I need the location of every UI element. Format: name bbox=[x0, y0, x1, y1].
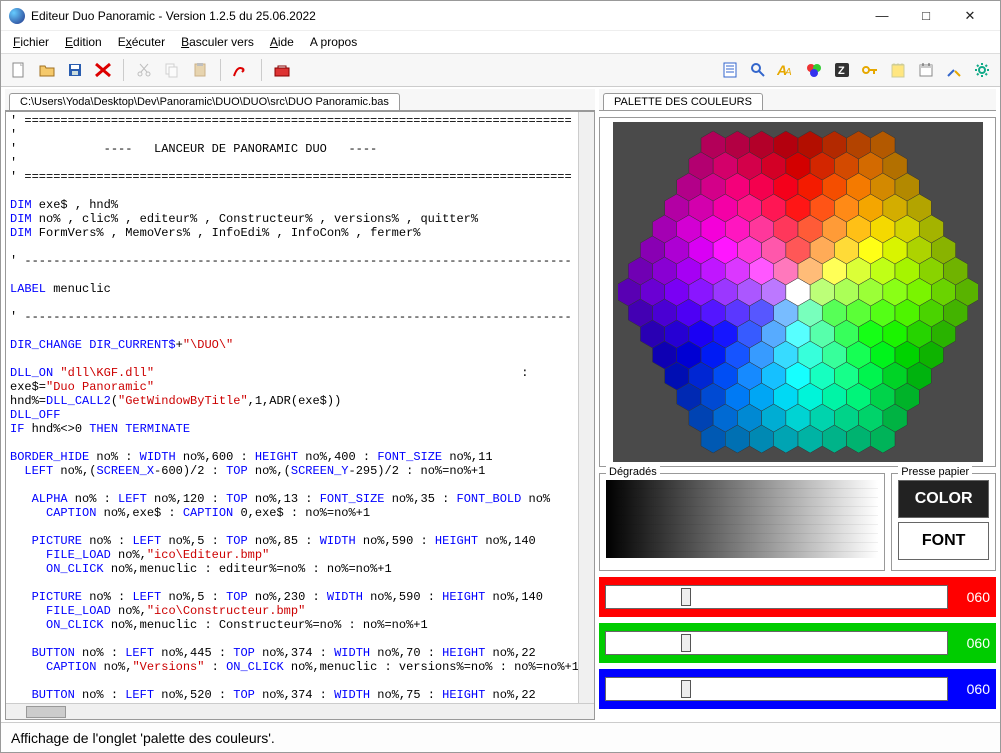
gradient-label: Dégradés bbox=[606, 466, 660, 478]
gradient-fieldset: Dégradés bbox=[599, 473, 885, 571]
palette-tabbar: PALETTE DES COULEURS bbox=[599, 89, 996, 111]
green-slider-box: 060 bbox=[599, 623, 996, 663]
toolbar: AA Z bbox=[1, 53, 1000, 87]
editor-tab[interactable]: C:\Users\Yoda\Desktop\Dev\Panoramic\DUO\… bbox=[9, 93, 400, 110]
green-slider[interactable] bbox=[605, 631, 948, 655]
palette-icon[interactable] bbox=[802, 58, 826, 82]
blue-value: 060 bbox=[956, 681, 990, 697]
menu-basculer[interactable]: Basculer vers bbox=[175, 33, 260, 51]
window-title: Editeur Duo Panoramic - Version 1.2.5 du… bbox=[31, 9, 860, 23]
red-slider-box: 060 bbox=[599, 577, 996, 617]
editor-pane: C:\Users\Yoda\Desktop\Dev\Panoramic\DUO\… bbox=[5, 89, 595, 720]
editor-vscroll[interactable] bbox=[578, 112, 594, 703]
document-icon[interactable] bbox=[718, 58, 742, 82]
svg-text:Z: Z bbox=[838, 65, 845, 77]
gradient-box[interactable] bbox=[606, 480, 878, 558]
menu-fichier[interactable]: Fichier bbox=[7, 33, 55, 51]
toolbox-icon[interactable] bbox=[270, 58, 294, 82]
maximize-button[interactable]: □ bbox=[904, 2, 948, 30]
editor-hscroll[interactable] bbox=[6, 703, 594, 719]
editor-tabbar: C:\Users\Yoda\Desktop\Dev\Panoramic\DUO\… bbox=[5, 89, 595, 111]
key-icon[interactable] bbox=[858, 58, 882, 82]
green-value: 060 bbox=[956, 635, 990, 651]
status-text: Affichage de l'onglet 'palette des coule… bbox=[11, 730, 275, 746]
delete-icon[interactable] bbox=[91, 58, 115, 82]
blue-slider-box: 060 bbox=[599, 669, 996, 709]
copy-icon[interactable] bbox=[160, 58, 184, 82]
app-icon bbox=[9, 8, 25, 24]
tools-icon[interactable] bbox=[942, 58, 966, 82]
titlebar: Editeur Duo Panoramic - Version 1.2.5 du… bbox=[1, 1, 1000, 31]
save-file-icon[interactable] bbox=[63, 58, 87, 82]
cut-icon[interactable] bbox=[132, 58, 156, 82]
calendar-icon[interactable] bbox=[914, 58, 938, 82]
press-label: Presse papier bbox=[898, 466, 972, 478]
menu-aide[interactable]: Aide bbox=[264, 33, 300, 51]
palette-pane: PALETTE DES COULEURS Dégradés Presse pap… bbox=[599, 89, 996, 720]
gear-icon[interactable] bbox=[970, 58, 994, 82]
menubar: Fichier Edition Exécuter Basculer vers A… bbox=[1, 31, 1000, 53]
palette-tab[interactable]: PALETTE DES COULEURS bbox=[603, 93, 763, 110]
open-file-icon[interactable] bbox=[35, 58, 59, 82]
color-wheel-box bbox=[599, 117, 996, 467]
font-icon[interactable]: AA bbox=[774, 58, 798, 82]
menu-edition[interactable]: Edition bbox=[59, 33, 108, 51]
hex-color-wheel[interactable] bbox=[613, 122, 983, 462]
minimize-button[interactable]: — bbox=[860, 2, 904, 30]
search-icon[interactable] bbox=[746, 58, 770, 82]
note-icon[interactable] bbox=[886, 58, 910, 82]
press-fieldset: Presse papier COLOR FONT bbox=[891, 473, 996, 571]
main-area: C:\Users\Yoda\Desktop\Dev\Panoramic\DUO\… bbox=[1, 87, 1000, 722]
editor-wrap: ' ======================================… bbox=[5, 111, 595, 720]
close-button[interactable]: ✕ bbox=[948, 2, 992, 30]
statusbar: Affichage de l'onglet 'palette des coule… bbox=[1, 722, 1000, 752]
copy-color-button[interactable]: COLOR bbox=[898, 480, 989, 518]
new-file-icon[interactable] bbox=[7, 58, 31, 82]
z-icon[interactable]: Z bbox=[830, 58, 854, 82]
code-editor[interactable]: ' ======================================… bbox=[6, 112, 594, 703]
run-icon[interactable] bbox=[229, 58, 253, 82]
red-value: 060 bbox=[956, 589, 990, 605]
menu-executer[interactable]: Exécuter bbox=[112, 33, 171, 51]
copy-font-button[interactable]: FONT bbox=[898, 522, 989, 560]
paste-icon[interactable] bbox=[188, 58, 212, 82]
menu-apropos[interactable]: A propos bbox=[304, 33, 363, 51]
blue-slider[interactable] bbox=[605, 677, 948, 701]
svg-text:A: A bbox=[784, 67, 792, 78]
red-slider[interactable] bbox=[605, 585, 948, 609]
